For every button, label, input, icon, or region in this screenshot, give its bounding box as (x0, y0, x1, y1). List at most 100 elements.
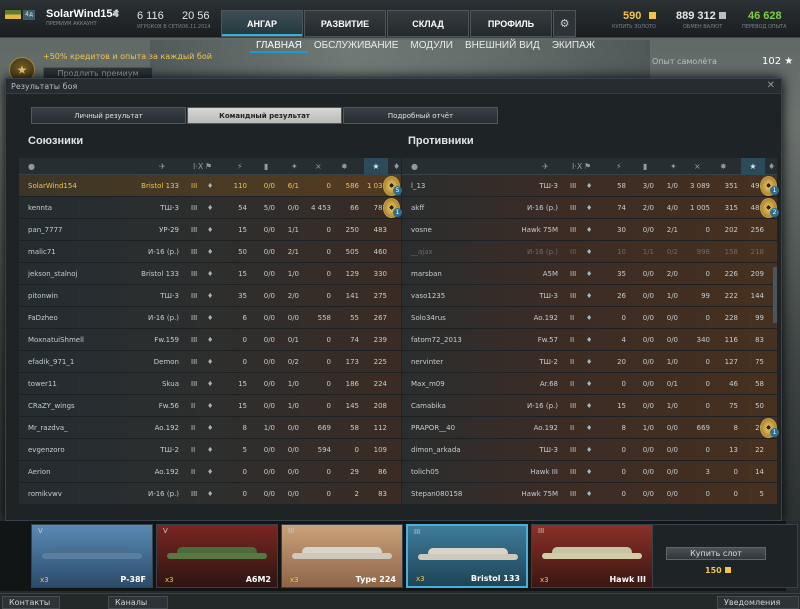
score-star-icon[interactable]: ★ (741, 158, 765, 175)
table-row[interactable]: jekson_stalnoj Bristol 133 III ♦ 15 0/0 1/0 0 12… (19, 263, 401, 285)
stat-c4: 0 (326, 402, 331, 410)
hangar-subnav: ГЛАВНАЯ ОБСЛУЖИВАНИЕ МОДУЛИ ВНЕШНИЙ ВИД … (250, 40, 601, 53)
player-name: marsban (411, 270, 442, 278)
table-row[interactable]: kennta ТШ-3 III ♦ 54 5/0 0/0 4 453 66 787 ✸ 1 (19, 197, 402, 219)
table-row[interactable]: Camabika И-16 (р.) III ♦ 15 0/0 1/0 0 75 50 (402, 395, 777, 417)
buy-slot-button[interactable]: Купить слот (666, 547, 766, 560)
plane-tier: II (191, 402, 196, 410)
table-row[interactable]: romikvwv И-16 (р.) III ♦ 0 0/0 0/0 0 2 83 (19, 483, 401, 505)
table-row[interactable]: fatom72_2013 Fw.57 II ♦ 4 0/0 0/0 340 116 83 (402, 329, 777, 351)
carousel-plane[interactable]: III x3 Hawk III (531, 524, 653, 588)
carousel-plane[interactable]: III x3 Type 224 (281, 524, 403, 588)
stat-c3: 0/0 (287, 446, 299, 454)
contacts-button[interactable]: Контакты (2, 596, 60, 609)
table-row[interactable]: Solo34rus Ao.192 II ♦ 0 0/0 0/0 0 228 99 (402, 307, 777, 329)
account-menu-chevron-icon[interactable]: ▼ (113, 9, 119, 18)
close-icon[interactable]: ✕ (767, 80, 775, 91)
crew-count: x3 (40, 576, 49, 584)
carousel-plane[interactable]: V x3 A6M2 (156, 524, 278, 588)
stat-c3: 0/2 (287, 358, 299, 366)
battle-results-dialog: Результаты боя ✕ Личный результат Команд… (5, 78, 782, 521)
stat-c5: 2 (354, 490, 359, 498)
tab-team-result[interactable]: Командный результат (187, 107, 342, 124)
plane-tier: II (570, 336, 575, 344)
stat-c6: 22 (755, 446, 764, 454)
player-name: pan_7777 (28, 226, 63, 234)
table-row[interactable]: dimon_arkada ТШ-3 III ♦ 0 0/0 0/0 0 13 22 (402, 439, 777, 461)
subnav-appearance[interactable]: ВНЕШНИЙ ВИД (459, 40, 546, 53)
table-row[interactable]: SolarWind154 Bristol 133 III ♦ 110 0/0 6/1 0 586… (19, 175, 402, 197)
stat-c3: 1/0 (666, 292, 678, 300)
channels-button[interactable]: Каналы (108, 596, 168, 609)
table-row[interactable]: tower11 Skua III ♦ 15 0/0 1/0 0 186 224 (19, 373, 401, 395)
plane-name: ТШ-3 (539, 182, 558, 190)
stat-c6: 275 (373, 292, 387, 300)
stat-c1: 8 (621, 424, 626, 432)
table-row[interactable]: efadik_971_1 Demon III ♦ 0 0/0 0/2 0 173 225 (19, 351, 401, 373)
table-row[interactable]: Aerion Ao.192 II ♦ 0 0/0 0/0 0 29 86 (19, 461, 401, 483)
plane-name: Ao.192 (533, 314, 558, 322)
subnav-modules[interactable]: МОДУЛИ (404, 40, 459, 53)
table-row[interactable]: PRAPOR__40Ao.192II♦81/00/0669829✸1 (402, 417, 779, 439)
table-row[interactable]: evgenzoro ТШ-2 II ♦ 5 0/0 0/0 594 0 109 (19, 439, 401, 461)
carousel-plane-selected[interactable]: III x3 Bristol 133 (406, 524, 528, 588)
credits-amount[interactable]: 889 312 (676, 10, 716, 22)
plane-name: ТШ-3 (160, 204, 179, 212)
table-row[interactable]: tolich05 Hawk III III ♦ 0 0/0 0/0 3 0 14 (402, 461, 777, 483)
plane-tier: III (191, 358, 198, 366)
subnav-maintenance[interactable]: ОБСЛУЖИВАНИЕ (308, 40, 405, 53)
plane-name: Fw.57 (537, 336, 558, 344)
plane-xp-label: Опыт самолёта (652, 57, 717, 66)
stat-c4: 3 089 (689, 182, 710, 190)
players-online-label: ИГРОКОВ В СЕТИ (137, 24, 182, 30)
player-name: MoxnatuiShmell (28, 336, 84, 344)
table-row[interactable]: Max_m09 Ar.68 II ♦ 0 0/0 0/1 0 46 58 (402, 373, 777, 395)
tab-profile[interactable]: ПРОФИЛЬ (470, 10, 552, 37)
damage-icon: ⚡ (237, 162, 243, 171)
table-row[interactable]: akff И-16 (р.) III ♦ 74 2/0 4/0 1 005 315 482 ✸ 2 (402, 197, 779, 219)
gold-amount[interactable]: 590 (623, 10, 641, 22)
table-row[interactable]: FaDzheo И-16 (р.) III ♦ 6 0/0 0/0 558 55 267 (19, 307, 401, 329)
plane-class-icon: ♦ (586, 336, 593, 344)
table-row[interactable]: vaso1235 ТШ-3 III ♦ 26 0/0 1/0 99 222 144 (402, 285, 777, 307)
scrollbar[interactable] (773, 267, 777, 323)
free-xp-amount[interactable]: 46 628 (748, 10, 782, 22)
plane-tier: III (570, 292, 577, 300)
account-name[interactable]: SolarWind154 (46, 8, 119, 20)
stat-c5: 250 (345, 226, 359, 234)
table-row[interactable]: nervinter ТШ-2 II ♦ 20 0/0 1/0 0 127 75 (402, 351, 777, 373)
stat-c4: 0 (705, 402, 710, 410)
tab-hangar[interactable]: АНГАР (221, 10, 303, 37)
plane-name: И-16 (р.) (147, 490, 179, 498)
stat-c1: 74 (617, 204, 626, 212)
table-row[interactable]: vosne Hawk 75M III ♦ 30 0/0 2/1 0 202 256 (402, 219, 777, 241)
stat-c4: 0 (326, 226, 331, 234)
tab-research[interactable]: РАЗВИТИЕ (304, 10, 386, 37)
table-row[interactable]: l_13 ТШ-3 III ♦ 58 3/0 1/0 3 089 351 491 ✸ 1 (402, 175, 779, 197)
tab-personal-result[interactable]: Личный результат (31, 107, 186, 124)
table-row[interactable]: Mr_razdva_ Ao.192 II ♦ 8 1/0 0/0 669 58 112 (19, 417, 401, 439)
table-row[interactable]: marsban А5М III ♦ 35 0/0 2/0 0 226 209 (402, 263, 777, 285)
plane-name: Hawk 75M (521, 490, 558, 498)
table-row[interactable]: pan_7777 УР-29 III ♦ 15 0/0 1/1 0 250 483 (19, 219, 401, 241)
subnav-crew[interactable]: ЭКИПАЖ (546, 40, 601, 53)
plane-class-icon: ♦ (586, 248, 593, 256)
plane-tier: III (191, 490, 198, 498)
subnav-main[interactable]: ГЛАВНАЯ (250, 40, 308, 53)
carousel-plane[interactable]: V x3 P-38F (31, 524, 153, 588)
table-row[interactable]: CRaZY_wings Fw.56 II ♦ 15 0/0 1/0 0 145 208 (19, 395, 401, 417)
plane-class-icon: ♦ (207, 402, 214, 410)
tab-depot[interactable]: СКЛАД (387, 10, 469, 37)
table-row[interactable]: Stepan080158 Hawk 75M III ♦ 0 0/0 0/0 0 0 5 (402, 483, 777, 505)
wrench-icon[interactable]: ⚙ (553, 10, 576, 37)
table-row[interactable]: malic71 И-16 (р.) III ♦ 50 0/0 2/1 0 505 460 (19, 241, 401, 263)
tab-detailed-report[interactable]: Подробный отчёт (343, 107, 498, 124)
table-row[interactable]: pitonwin ТШ-3 III ♦ 35 0/0 2/0 0 141 275 (19, 285, 401, 307)
score-star-icon[interactable]: ★ (364, 158, 388, 175)
plane-wing (292, 553, 392, 559)
table-row[interactable]: MoxnatuiShmell Fw.159 III ♦ 0 0/0 0/1 0 74 239 (19, 329, 401, 351)
notifications-button[interactable]: Уведомления (717, 596, 799, 609)
table-row[interactable]: __ajax И-16 (р.) III ♦ 10 1/1 0/2 998 158 218 (402, 241, 777, 263)
stat-c5: 29 (350, 468, 359, 476)
stat-c5: 173 (345, 358, 359, 366)
